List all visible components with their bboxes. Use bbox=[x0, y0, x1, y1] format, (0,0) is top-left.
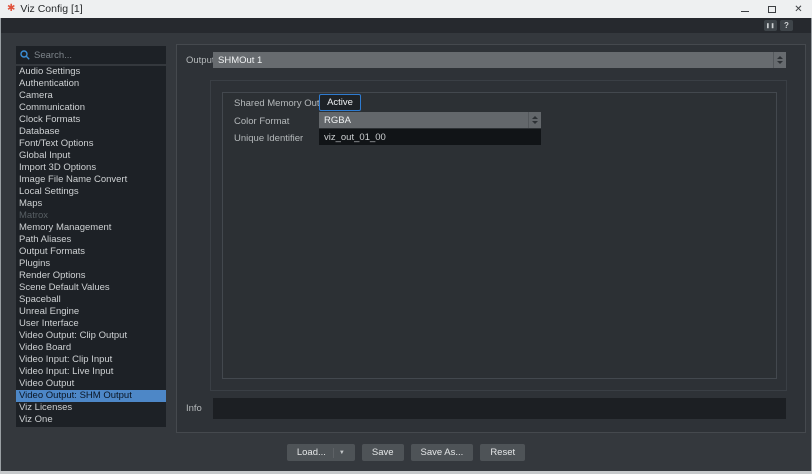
sidebar-item[interactable]: Import 3D Options bbox=[16, 162, 166, 174]
close-button[interactable]: ✕ bbox=[785, 0, 812, 18]
output-form: Shared Memory Output Active Color Format… bbox=[222, 92, 777, 379]
chevron-down-icon: ▼ bbox=[333, 448, 345, 458]
sidebar-item[interactable]: Authentication bbox=[16, 78, 166, 90]
window-frame-left bbox=[0, 18, 1, 474]
sidebar-item[interactable]: Plugins bbox=[16, 258, 166, 270]
maximize-button[interactable] bbox=[758, 0, 785, 18]
window-controls: ✕ bbox=[731, 0, 812, 18]
color-format-value: RGBA bbox=[319, 115, 528, 126]
sidebar-item[interactable]: Render Options bbox=[16, 270, 166, 282]
sidebar-item[interactable]: Video Board bbox=[16, 342, 166, 354]
sidebar-item[interactable]: Viz One bbox=[16, 414, 166, 426]
save-button[interactable]: Save bbox=[362, 444, 404, 461]
unique-identifier-label: Unique Identifier bbox=[234, 133, 303, 144]
sidebar-item[interactable]: Local Settings bbox=[16, 186, 166, 198]
sidebar-item[interactable]: Matrox bbox=[16, 210, 166, 222]
sidebar-item[interactable]: Clock Formats bbox=[16, 114, 166, 126]
save-as-button[interactable]: Save As... bbox=[411, 444, 474, 461]
footer-button-bar: Load... ▼ Save Save As... Reset bbox=[0, 444, 812, 461]
sidebar-item[interactable]: Viz Licenses bbox=[16, 402, 166, 414]
search-icon bbox=[20, 50, 30, 60]
output-select-value: SHMOut 1 bbox=[213, 55, 773, 66]
unique-identifier-input[interactable] bbox=[319, 129, 541, 145]
app-logo-icon: ✱ bbox=[7, 4, 15, 14]
title-bar: ✱ Viz Config [1] ✕ bbox=[0, 0, 812, 18]
sidebar-item[interactable]: Unreal Engine bbox=[16, 306, 166, 318]
sidebar-item[interactable]: User Interface bbox=[16, 318, 166, 330]
load-button[interactable]: Load... ▼ bbox=[287, 444, 355, 461]
sidebar-item[interactable]: Camera bbox=[16, 90, 166, 102]
spinner-icon[interactable] bbox=[773, 52, 786, 68]
sidebar-item[interactable]: Video Input: Live Input bbox=[16, 366, 166, 378]
output-label: Output bbox=[186, 55, 215, 66]
minimize-icon bbox=[741, 11, 749, 12]
maximize-icon bbox=[768, 6, 776, 13]
viz-config-window: ✱ Viz Config [1] ✕ ❚❚ ? Audio SettingsAu… bbox=[0, 0, 812, 474]
close-icon: ✕ bbox=[794, 4, 802, 15]
sidebar-item[interactable]: Video Output bbox=[16, 378, 166, 390]
sidebar-item[interactable]: Video Output: SHM Output bbox=[16, 390, 166, 402]
sidebar-list: Audio SettingsAuthenticationCameraCommun… bbox=[16, 66, 166, 427]
sidebar-item[interactable]: Audio Settings bbox=[16, 66, 166, 78]
minimize-button[interactable] bbox=[731, 0, 758, 18]
sidebar-item[interactable]: Video Input: Clip Input bbox=[16, 354, 166, 366]
sidebar-item[interactable]: Global Input bbox=[16, 150, 166, 162]
help-button[interactable]: ? bbox=[780, 20, 793, 31]
help-icon: ? bbox=[784, 21, 789, 30]
sidebar-item[interactable]: Path Aliases bbox=[16, 234, 166, 246]
panels-button[interactable]: ❚❚ bbox=[764, 20, 777, 31]
toolbar: ❚❚ ? bbox=[1, 18, 811, 33]
sidebar-item[interactable]: Image File Name Convert bbox=[16, 174, 166, 186]
output-groupbox: Shared Memory Output Active Color Format… bbox=[210, 80, 787, 391]
sidebar-item[interactable]: Maps bbox=[16, 198, 166, 210]
panels-icon: ❚❚ bbox=[766, 23, 775, 29]
color-format-label: Color Format bbox=[234, 116, 289, 127]
output-select[interactable]: SHMOut 1 bbox=[213, 52, 786, 68]
sidebar-item[interactable]: Spaceball bbox=[16, 294, 166, 306]
sidebar-item[interactable]: Communication bbox=[16, 102, 166, 114]
window-title: Viz Config [1] bbox=[20, 3, 82, 15]
sidebar-item[interactable]: Scene Default Values bbox=[16, 282, 166, 294]
search-input[interactable] bbox=[34, 50, 144, 61]
sidebar-item[interactable]: Video Output: Clip Output bbox=[16, 330, 166, 342]
sidebar: Audio SettingsAuthenticationCameraCommun… bbox=[16, 46, 166, 427]
sidebar-item[interactable]: Database bbox=[16, 126, 166, 138]
spinner-icon[interactable] bbox=[528, 112, 541, 128]
color-format-select[interactable]: RGBA bbox=[319, 112, 541, 128]
settings-panel: Output SHMOut 1 Shared Memory Output Act… bbox=[176, 44, 806, 433]
search-box[interactable] bbox=[16, 46, 166, 64]
sidebar-item[interactable]: Font/Text Options bbox=[16, 138, 166, 150]
sidebar-item[interactable]: Output Formats bbox=[16, 246, 166, 258]
info-label: Info bbox=[186, 403, 202, 414]
info-field bbox=[213, 398, 786, 419]
shared-memory-output-label: Shared Memory Output bbox=[234, 98, 333, 109]
sidebar-item[interactable]: Memory Management bbox=[16, 222, 166, 234]
reset-button[interactable]: Reset bbox=[480, 444, 525, 461]
load-button-label: Load... bbox=[297, 447, 326, 458]
active-toggle-button[interactable]: Active bbox=[319, 94, 361, 111]
